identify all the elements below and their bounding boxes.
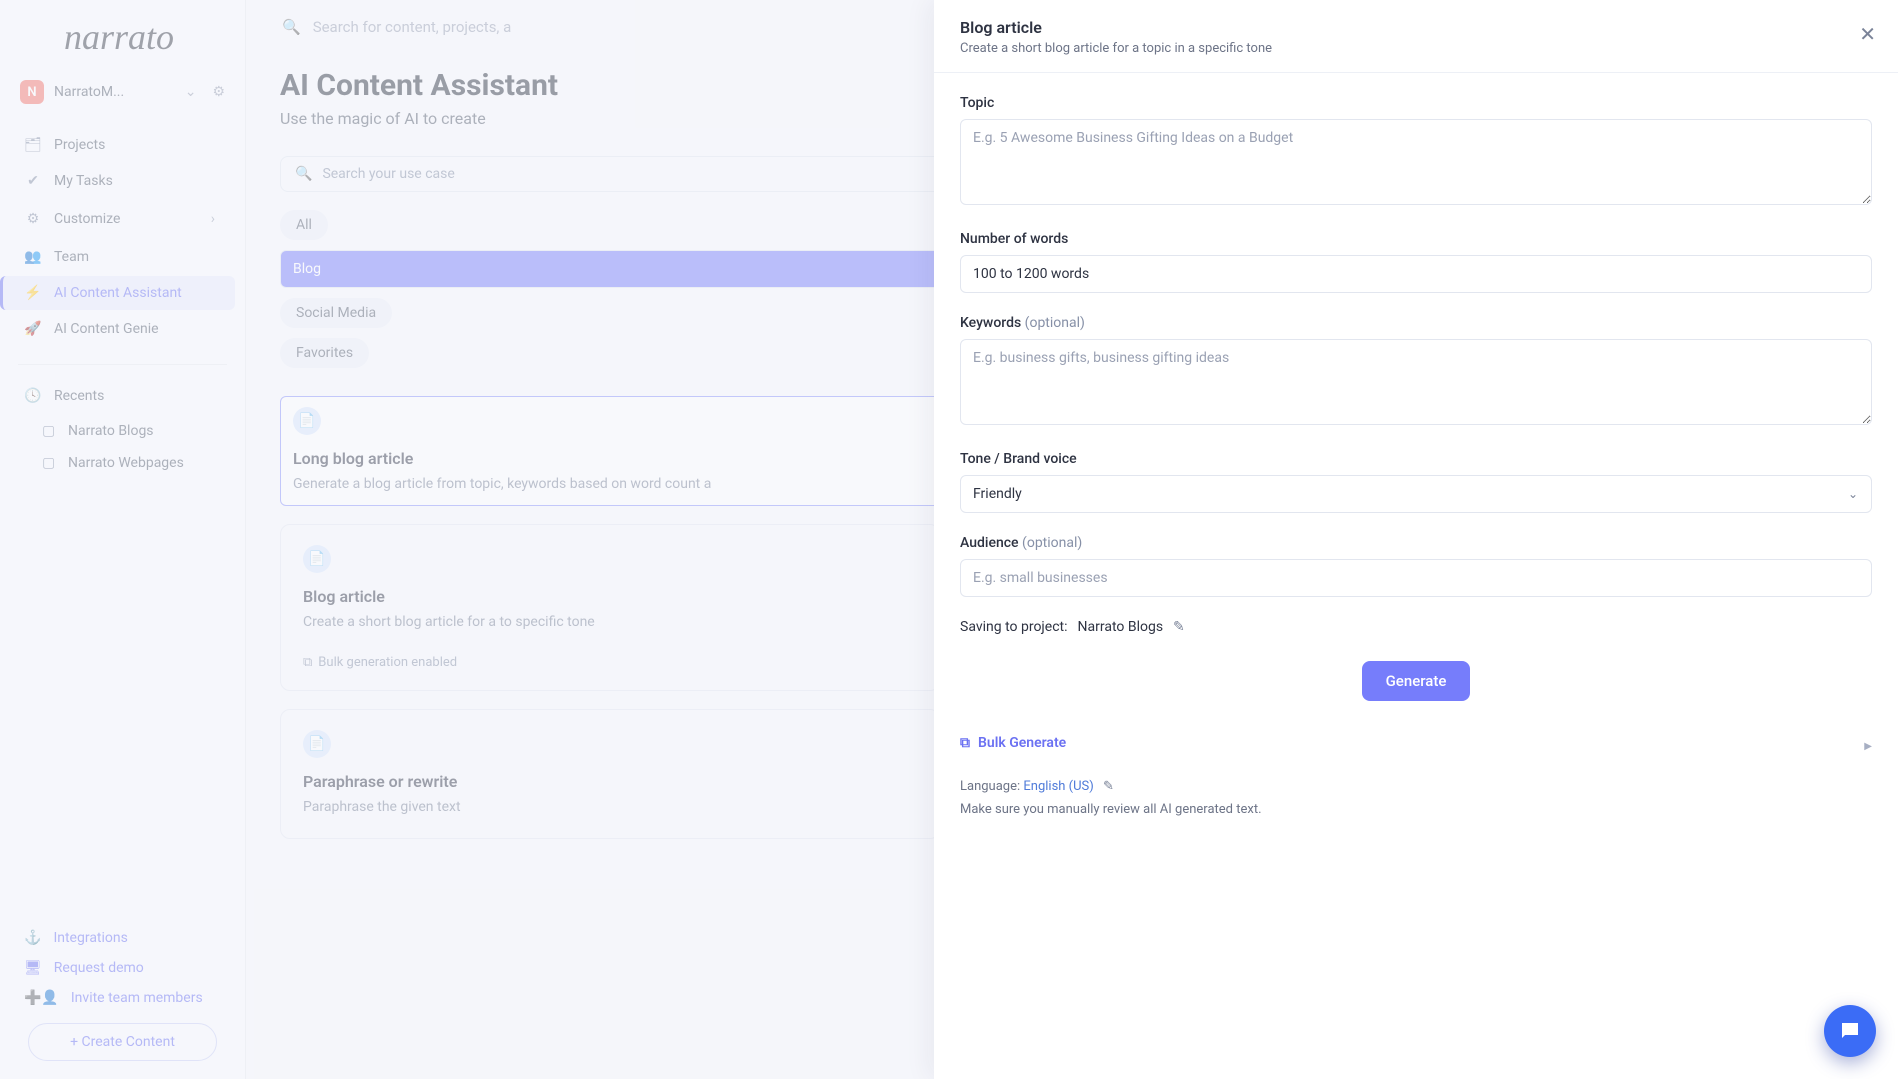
words-input[interactable] <box>960 255 1872 293</box>
words-label: Number of words <box>960 231 1872 247</box>
expand-triangle-icon[interactable]: ▶ <box>1864 741 1872 752</box>
generate-button[interactable]: Generate <box>1362 661 1471 701</box>
bulk-generate-button[interactable]: ⧉ Bulk Generate <box>960 735 1872 751</box>
panel-header: Blog article Create a short blog article… <box>934 0 1898 73</box>
copy-icon: ⧉ <box>960 735 970 751</box>
chat-icon <box>1838 1019 1862 1043</box>
keywords-input[interactable] <box>960 339 1872 425</box>
tone-select[interactable]: Friendly <box>960 475 1872 513</box>
save-label: Saving to project: <box>960 619 1068 635</box>
audience-label: Audience (optional) <box>960 535 1872 551</box>
chat-fab[interactable] <box>1824 1005 1876 1057</box>
audience-input[interactable] <box>960 559 1872 597</box>
field-keywords: Keywords (optional) <box>960 315 1872 429</box>
close-icon[interactable]: ✕ <box>1859 24 1876 44</box>
tone-label: Tone / Brand voice <box>960 451 1872 467</box>
edit-icon[interactable]: ✎ <box>1173 619 1185 635</box>
edit-icon[interactable]: ✎ <box>1103 779 1114 794</box>
field-word-count: Number of words <box>960 231 1872 293</box>
keywords-label: Keywords (optional) <box>960 315 1872 331</box>
language-label: Language: <box>960 779 1020 794</box>
ai-disclaimer: Make sure you manually review all AI gen… <box>960 802 1872 817</box>
field-audience: Audience (optional) <box>960 535 1872 597</box>
panel-body: Topic Number of words Keywords (optional… <box>934 73 1898 839</box>
panel-title: Blog article <box>960 18 1872 37</box>
language-row: Language: English (US) ✎ <box>960 779 1872 794</box>
panel-subtitle: Create a short blog article for a topic … <box>960 41 1872 56</box>
language-link[interactable]: English (US) <box>1023 779 1093 794</box>
save-project-name: Narrato Blogs <box>1078 619 1164 635</box>
field-topic: Topic <box>960 95 1872 209</box>
bulk-generate-label: Bulk Generate <box>978 735 1066 751</box>
blog-article-panel: Blog article Create a short blog article… <box>934 0 1898 1079</box>
topic-label: Topic <box>960 95 1872 111</box>
topic-input[interactable] <box>960 119 1872 205</box>
save-to-project-row: Saving to project: Narrato Blogs ✎ <box>960 619 1872 635</box>
field-tone: Tone / Brand voice Friendly ⌄ <box>960 451 1872 513</box>
